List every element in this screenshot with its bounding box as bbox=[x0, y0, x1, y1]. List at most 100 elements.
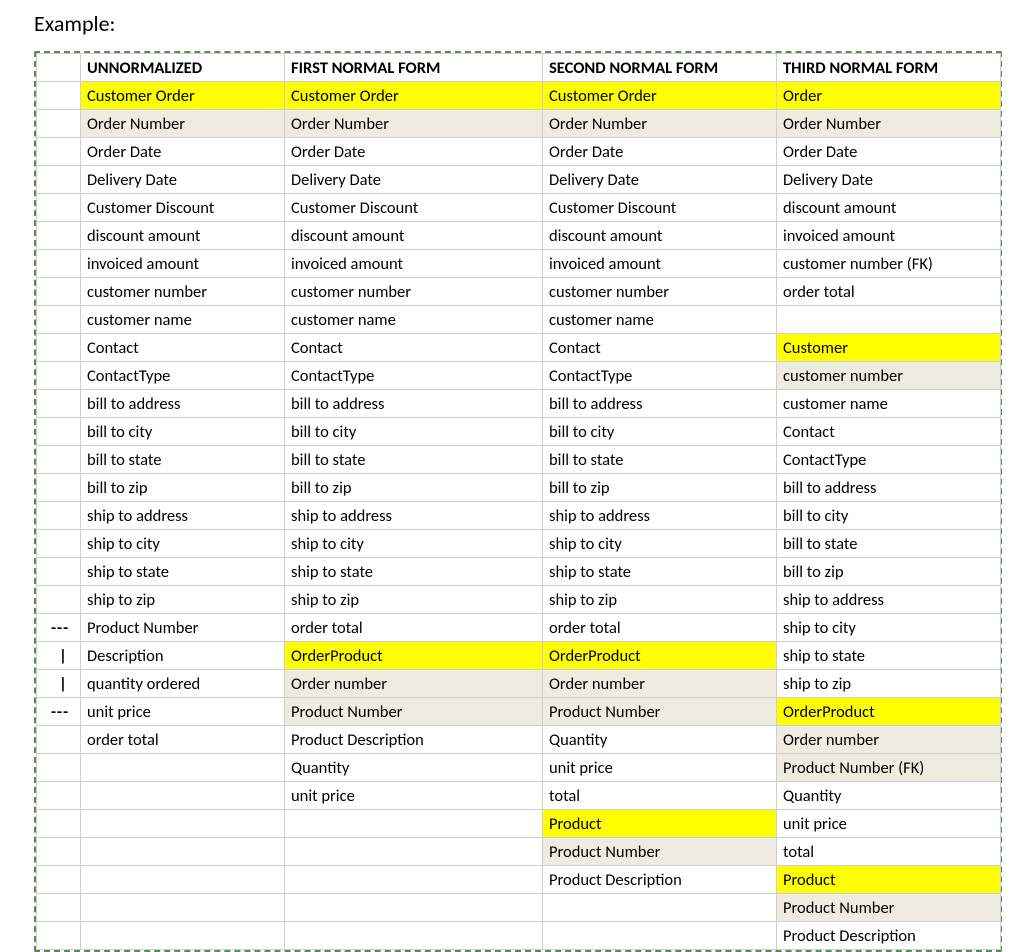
table-cell: Customer Discount bbox=[285, 194, 543, 222]
table-cell: bill to zip bbox=[543, 474, 777, 502]
table-cell: Product Number bbox=[285, 698, 543, 726]
table-cell: Customer Discount bbox=[81, 194, 285, 222]
table-cell: customer name bbox=[81, 306, 285, 334]
table-cell: Quantity bbox=[543, 726, 777, 754]
table-cell: ContactType bbox=[543, 362, 777, 390]
table-cell: Description bbox=[81, 642, 285, 670]
table-cell: Delivery Date bbox=[543, 166, 777, 194]
table-cell: order total bbox=[285, 614, 543, 642]
table-cell: Order Date bbox=[777, 138, 1001, 166]
table-header-row: UNNORMALIZEDFIRST NORMAL FORMSECOND NORM… bbox=[37, 54, 1001, 82]
table-cell: bill to city bbox=[285, 418, 543, 446]
table-row: ContactContactContactCustomer bbox=[37, 334, 1001, 362]
table-cell: Order Number bbox=[285, 110, 543, 138]
table-cell: Contact bbox=[285, 334, 543, 362]
marker-cell bbox=[37, 166, 81, 194]
table-cell bbox=[81, 782, 285, 810]
table-cell: bill to state bbox=[543, 446, 777, 474]
table-cell: bill to address bbox=[81, 390, 285, 418]
table-cell: bill to state bbox=[777, 530, 1001, 558]
marker-cell bbox=[37, 138, 81, 166]
table-cell: unit price bbox=[285, 782, 543, 810]
table-cell bbox=[285, 894, 543, 922]
table-cell: customer number bbox=[81, 278, 285, 306]
table-cell: customer number bbox=[543, 278, 777, 306]
table-cell: ship to city bbox=[777, 614, 1001, 642]
table-cell bbox=[543, 922, 777, 950]
table-cell: ship to state bbox=[543, 558, 777, 586]
table-cell: ContactType bbox=[81, 362, 285, 390]
table-cell: Order Date bbox=[81, 138, 285, 166]
table-cell: ship to address bbox=[777, 586, 1001, 614]
table-cell: Order Number bbox=[543, 110, 777, 138]
marker-cell bbox=[37, 82, 81, 110]
table-cell: discount amount bbox=[777, 194, 1001, 222]
marker-cell bbox=[37, 922, 81, 950]
column-header: FIRST NORMAL FORM bbox=[285, 54, 543, 82]
table-cell: order total bbox=[777, 278, 1001, 306]
table-row: |quantity orderedOrder numberOrder numbe… bbox=[37, 670, 1001, 698]
column-header: THIRD NORMAL FORM bbox=[777, 54, 1001, 82]
table-cell bbox=[81, 754, 285, 782]
table-cell: bill to city bbox=[543, 418, 777, 446]
column-header: UNNORMALIZED bbox=[81, 54, 285, 82]
table-cell: Delivery Date bbox=[777, 166, 1001, 194]
table-cell: ship to zip bbox=[543, 586, 777, 614]
table-cell: Order Date bbox=[543, 138, 777, 166]
table-row: |DescriptionOrderProductOrderProductship… bbox=[37, 642, 1001, 670]
table-cell: bill to address bbox=[543, 390, 777, 418]
table-row: customer namecustomer namecustomer name bbox=[37, 306, 1001, 334]
table-row: Order NumberOrder NumberOrder NumberOrde… bbox=[37, 110, 1001, 138]
table-row: ---unit priceProduct NumberProduct Numbe… bbox=[37, 698, 1001, 726]
table-cell bbox=[81, 866, 285, 894]
table-cell: Contact bbox=[81, 334, 285, 362]
table-row: Productunit price bbox=[37, 810, 1001, 838]
table-cell: OrderProduct bbox=[543, 642, 777, 670]
table-cell: bill to zip bbox=[285, 474, 543, 502]
table-cell: bill to address bbox=[285, 390, 543, 418]
table-row: Product Number bbox=[37, 894, 1001, 922]
table-cell: Quantity bbox=[285, 754, 543, 782]
table-row: ship to stateship to stateship to stateb… bbox=[37, 558, 1001, 586]
table-cell: Quantity bbox=[777, 782, 1001, 810]
table-cell: Order number bbox=[777, 726, 1001, 754]
table-row: invoiced amountinvoiced amountinvoiced a… bbox=[37, 250, 1001, 278]
table-cell: customer number bbox=[285, 278, 543, 306]
table-cell: Delivery Date bbox=[285, 166, 543, 194]
table-row: discount amountdiscount amountdiscount a… bbox=[37, 222, 1001, 250]
table-cell: total bbox=[543, 782, 777, 810]
marker-cell bbox=[37, 334, 81, 362]
table-cell: bill to city bbox=[777, 502, 1001, 530]
table-row: Customer DiscountCustomer DiscountCustom… bbox=[37, 194, 1001, 222]
marker-cell bbox=[37, 306, 81, 334]
table-row: bill to citybill to citybill to cityCont… bbox=[37, 418, 1001, 446]
table-cell: Product Number bbox=[543, 838, 777, 866]
table-row: Delivery DateDelivery DateDelivery DateD… bbox=[37, 166, 1001, 194]
table-cell: unit price bbox=[777, 810, 1001, 838]
table-row: Product DescriptionProduct bbox=[37, 866, 1001, 894]
table-cell bbox=[81, 922, 285, 950]
table-cell: Product Number bbox=[543, 698, 777, 726]
table-cell: Customer Discount bbox=[543, 194, 777, 222]
marker-cell bbox=[37, 558, 81, 586]
table-cell: OrderProduct bbox=[777, 698, 1001, 726]
table-cell: Contact bbox=[777, 418, 1001, 446]
marker-cell bbox=[37, 530, 81, 558]
table-row: ---Product Numberorder totalorder totals… bbox=[37, 614, 1001, 642]
column-header: SECOND NORMAL FORM bbox=[543, 54, 777, 82]
table-cell: ship to zip bbox=[285, 586, 543, 614]
table-cell: bill to state bbox=[285, 446, 543, 474]
table-cell: customer name bbox=[285, 306, 543, 334]
example-heading: Example: bbox=[34, 10, 1004, 37]
table-cell: Delivery Date bbox=[81, 166, 285, 194]
table-cell: Customer bbox=[777, 334, 1001, 362]
marker-cell bbox=[37, 390, 81, 418]
table-cell bbox=[81, 810, 285, 838]
table-cell: ship to state bbox=[777, 642, 1001, 670]
table-row: bill to zipbill to zipbill to zipbill to… bbox=[37, 474, 1001, 502]
table-cell: ship to city bbox=[543, 530, 777, 558]
table-row: ship to cityship to cityship to citybill… bbox=[37, 530, 1001, 558]
marker-cell bbox=[37, 446, 81, 474]
table-cell: unit price bbox=[543, 754, 777, 782]
table-cell: discount amount bbox=[81, 222, 285, 250]
